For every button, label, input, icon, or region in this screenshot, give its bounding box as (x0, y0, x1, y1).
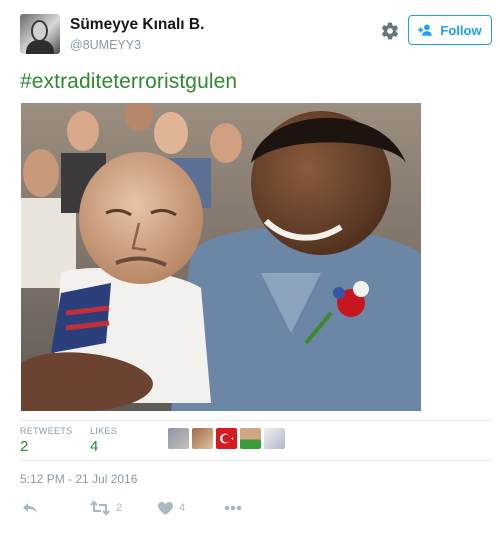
retweets-label: RETWEETS (20, 426, 73, 436)
retweets-count[interactable]: 2 (20, 438, 28, 455)
stats-bottom-divider (20, 460, 492, 461)
likes-label: LIKES (90, 426, 118, 436)
tweet-hashtag[interactable]: #extraditeterroristgulen (20, 70, 237, 94)
retweet-icon (90, 501, 110, 515)
stats-top-divider (20, 420, 492, 421)
gear-icon[interactable] (380, 21, 400, 41)
reply-button[interactable] (22, 498, 38, 518)
avatar-face (31, 20, 48, 42)
like-count: 4 (179, 502, 186, 514)
follow-label: Follow (440, 22, 482, 38)
turkish-flag-icon (220, 433, 234, 444)
more-button[interactable] (224, 498, 242, 518)
liker-avatar[interactable] (168, 428, 189, 449)
tweet-card: Sümeyye Kınalı B. @8UMEYY3 Follow #extra… (0, 0, 500, 533)
add-user-icon (418, 24, 433, 36)
likes-count[interactable]: 4 (90, 438, 98, 455)
retweet-count: 2 (116, 502, 123, 514)
follow-button[interactable]: Follow (408, 15, 492, 45)
liker-avatar[interactable] (240, 428, 261, 449)
avatar-shoulders (26, 40, 54, 54)
photo-illustration (21, 103, 421, 411)
tweet-photo[interactable] (21, 103, 421, 411)
like-button[interactable]: 4 (158, 498, 185, 518)
liker-avatar[interactable] (264, 428, 285, 449)
heart-icon (158, 501, 173, 515)
user-handle[interactable]: @8UMEYY3 (70, 38, 141, 52)
likers-avatars (168, 428, 285, 449)
retweet-button[interactable]: 2 (90, 498, 122, 518)
display-name[interactable]: Sümeyye Kınalı B. (70, 16, 204, 34)
more-icon (224, 505, 242, 511)
avatar[interactable] (20, 14, 60, 54)
liker-avatar[interactable] (216, 428, 237, 449)
reply-icon (23, 503, 37, 513)
liker-avatar[interactable] (192, 428, 213, 449)
tweet-timestamp[interactable]: 5:12 PM - 21 Jul 2016 (20, 472, 137, 486)
